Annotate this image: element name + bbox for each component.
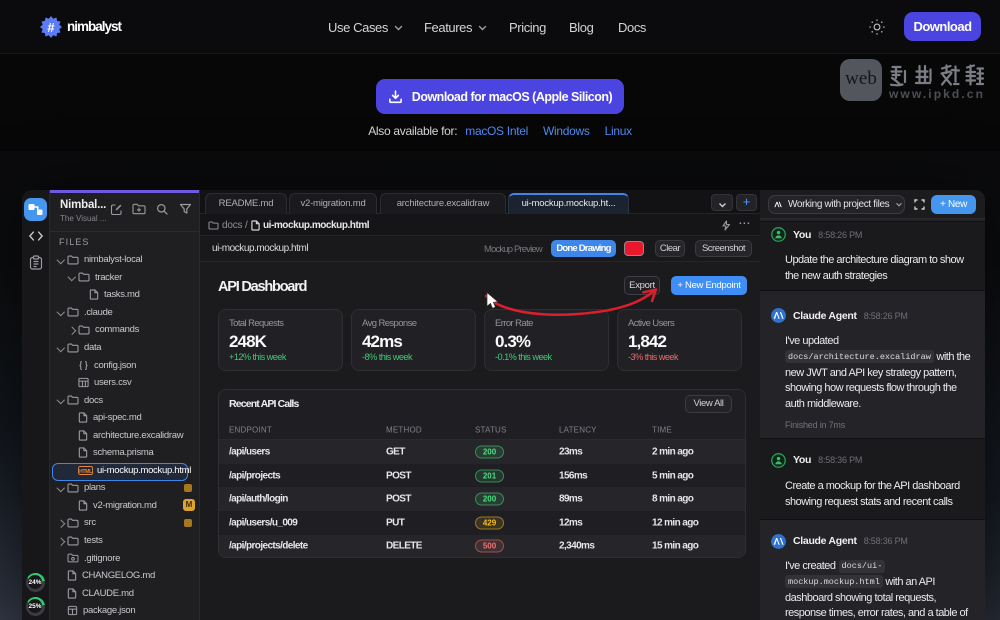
svg-text:#: #	[47, 20, 55, 35]
svg-text:HTML: HTML	[79, 469, 92, 475]
